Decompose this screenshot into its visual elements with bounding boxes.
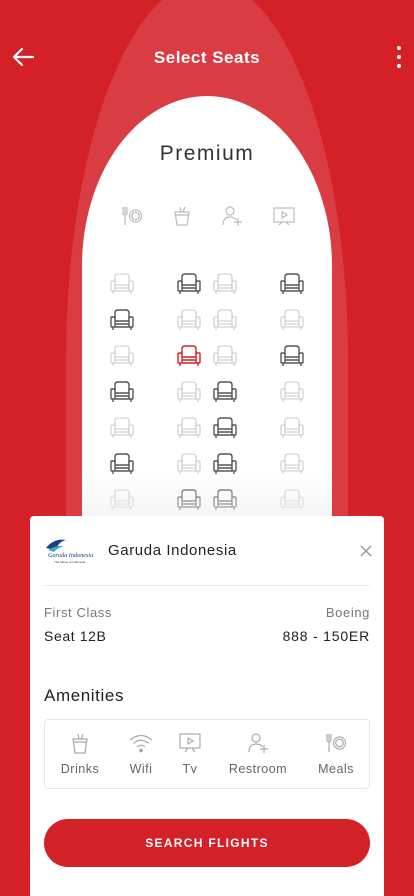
seat-icon xyxy=(280,381,304,402)
seat-unavailable xyxy=(213,309,237,331)
amenity-drinks: Drinks xyxy=(49,732,111,782)
more-dot xyxy=(397,64,401,68)
drinks-icon xyxy=(72,733,88,754)
amenity-meals: Meals xyxy=(305,732,367,782)
meals-icon xyxy=(326,734,347,752)
seat-icon xyxy=(213,417,237,438)
seat-available[interactable] xyxy=(280,345,304,367)
svg-text:The Airline of Indonesia: The Airline of Indonesia xyxy=(54,560,86,564)
seat-unavailable xyxy=(213,273,237,295)
seat-icon xyxy=(177,309,201,330)
seat-icon xyxy=(110,417,134,438)
seat-unavailable xyxy=(280,381,304,403)
seat-icon xyxy=(177,381,201,402)
seat-icon xyxy=(177,273,201,294)
seat-available[interactable] xyxy=(110,381,134,403)
seat-icon xyxy=(213,381,237,402)
seat-available[interactable] xyxy=(213,381,237,403)
amenity-label: Drinks xyxy=(60,762,100,776)
seat-unavailable xyxy=(177,309,201,331)
amenities-list: Drinks Wifi Tv Restroom Meals xyxy=(44,719,370,789)
meals-icon xyxy=(122,207,143,225)
amenity-label: Tv xyxy=(182,762,198,776)
cabin-facilities xyxy=(110,204,305,230)
page-title: Select Seats xyxy=(153,48,261,67)
seat-available[interactable] xyxy=(110,309,134,331)
seat-unavailable xyxy=(177,417,201,439)
seat-icon xyxy=(280,273,304,294)
airline-name: Garuda Indonesia xyxy=(108,542,237,559)
more-dot xyxy=(397,55,401,59)
airline-logo: Garuda Indonesia The Airline of Indonesi… xyxy=(46,539,93,564)
more-vertical-icon xyxy=(397,46,401,50)
seat-icon xyxy=(177,345,201,366)
more-options-button[interactable] xyxy=(394,46,404,68)
divider xyxy=(44,585,370,586)
seat-icon xyxy=(110,273,134,294)
amenity-restroom: Restroom xyxy=(227,732,289,782)
wifi-icon xyxy=(129,734,153,753)
seat-available[interactable] xyxy=(280,273,304,295)
seat-unavailable xyxy=(280,417,304,439)
seat-icon xyxy=(280,417,304,438)
restroom-icon xyxy=(222,206,242,226)
seat-unavailable xyxy=(110,273,134,295)
seat-icon xyxy=(177,417,201,438)
seat-icon xyxy=(213,273,237,294)
amenity-label: Restroom xyxy=(228,762,288,776)
tv-icon xyxy=(273,207,295,226)
aircraft-manufacturer: Boeing xyxy=(325,605,370,620)
seat-icon xyxy=(213,309,237,330)
seat-icon xyxy=(110,345,134,366)
seat-unavailable xyxy=(110,417,134,439)
seat-icon xyxy=(280,345,304,366)
cabin-title: Premium xyxy=(159,142,255,165)
seat-unavailable xyxy=(280,309,304,331)
travel-class: First Class xyxy=(44,605,112,620)
seat-selected[interactable] xyxy=(177,345,201,367)
top-bar: Select Seats xyxy=(0,0,414,115)
drinks-icon xyxy=(174,206,190,226)
seat-icon xyxy=(110,309,134,330)
amenity-tv: Tv xyxy=(159,732,221,782)
seat-unavailable xyxy=(213,345,237,367)
close-button[interactable] xyxy=(360,544,372,557)
restroom-icon xyxy=(248,733,268,753)
seat-available[interactable] xyxy=(213,417,237,439)
flight-details-card: Garuda Indonesia The Airline of Indonesi… xyxy=(30,516,384,896)
aircraft-model: 888 - 150ER xyxy=(282,628,370,644)
tv-icon xyxy=(179,733,201,753)
seat-icon xyxy=(213,345,237,366)
seat-unavailable xyxy=(177,381,201,403)
seat-icon xyxy=(280,309,304,330)
amenities-title: Amenities xyxy=(44,686,125,705)
svg-text:Garuda Indonesia: Garuda Indonesia xyxy=(48,552,93,559)
seat-unavailable xyxy=(110,345,134,367)
amenity-label: Meals xyxy=(318,762,354,776)
close-icon xyxy=(360,545,372,557)
selected-seat: Seat 12B xyxy=(44,628,107,644)
seat-icon xyxy=(110,381,134,402)
search-flights-button[interactable]: SEARCH FLIGHTS xyxy=(44,819,370,867)
seat-available[interactable] xyxy=(177,273,201,295)
